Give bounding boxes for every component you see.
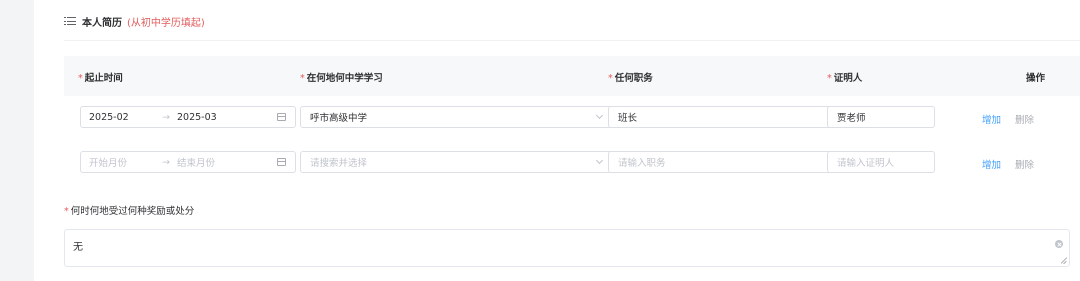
- date-range-picker[interactable]: 2025-02 → 2025-03: [80, 106, 296, 128]
- chevron-down-icon[interactable]: [595, 111, 604, 120]
- date-range-picker[interactable]: 开始月份 → 结束月份: [80, 151, 296, 173]
- header-school: * 在何地何中学学习: [300, 73, 383, 84]
- reward-textarea[interactable]: 无: [64, 229, 1070, 267]
- table-header: * 起止时间 * 在何地何中学学习 * 任何职务 * 证明人 操作: [64, 56, 1080, 96]
- resize-handle-icon[interactable]: [1060, 257, 1067, 264]
- start-month-value[interactable]: 2025-02: [89, 112, 155, 123]
- school-value: 呼市高级中学: [310, 113, 368, 124]
- table-row: 2025-02 → 2025-03 呼市高级中学 班长 贾老师 增加 删除: [64, 96, 1080, 140]
- range-arrow: →: [162, 156, 170, 168]
- header-actions: 操作: [1026, 73, 1046, 84]
- reward-label: * 何时何地受过何种奖励或处分: [64, 206, 195, 217]
- start-month-placeholder[interactable]: 开始月份: [89, 155, 155, 169]
- required-mark: *: [78, 73, 83, 84]
- section-header: 本人简历 (从初中学历填起): [64, 14, 205, 29]
- required-mark: *: [64, 206, 69, 217]
- required-mark: *: [300, 73, 305, 84]
- header-divider: [64, 40, 1080, 41]
- delete-row-button[interactable]: 删除: [1015, 157, 1034, 171]
- header-position: * 任何职务: [608, 73, 653, 84]
- end-month-value[interactable]: 2025-03: [177, 112, 247, 123]
- calendar-icon[interactable]: [277, 158, 286, 166]
- header-witness: * 证明人: [827, 73, 863, 84]
- required-mark: *: [827, 73, 832, 84]
- school-placeholder: 请搜索并选择: [310, 158, 368, 169]
- chevron-down-icon[interactable]: [595, 156, 604, 165]
- school-select[interactable]: 请搜索并选择: [300, 151, 613, 173]
- calendar-icon[interactable]: [277, 113, 286, 121]
- header-time: * 起止时间: [78, 73, 123, 84]
- delete-row-button[interactable]: 删除: [1015, 112, 1034, 126]
- section-title: 本人简历: [82, 17, 122, 29]
- position-input[interactable]: 班长: [608, 106, 834, 128]
- clear-icon[interactable]: [1055, 240, 1063, 248]
- reward-value: 无: [73, 242, 83, 253]
- position-value: 班长: [618, 113, 638, 124]
- resume-card: 本人简历 (从初中学历填起) * 起止时间 * 在何地何中学学习 * 任何职务 * 证明…: [34, 0, 1080, 281]
- position-input[interactable]: 请输入职务: [608, 151, 834, 173]
- section-hint: (从初中学历填起): [127, 17, 205, 29]
- school-select[interactable]: 呼市高级中学: [300, 106, 613, 128]
- list-icon: [64, 16, 76, 26]
- table-row: 开始月份 → 结束月份 请搜索并选择 请输入职务 请输入证明人 增加 删除: [64, 140, 1080, 184]
- add-row-button[interactable]: 增加: [982, 157, 1001, 171]
- witness-placeholder: 请输入证明人: [837, 158, 895, 169]
- position-placeholder: 请输入职务: [618, 158, 666, 169]
- resume-table: * 起止时间 * 在何地何中学学习 * 任何职务 * 证明人 操作 2025-02 → …: [64, 56, 1080, 184]
- range-arrow: →: [162, 111, 170, 123]
- witness-input[interactable]: 贾老师: [827, 106, 935, 128]
- add-row-button[interactable]: 增加: [982, 112, 1001, 126]
- witness-input[interactable]: 请输入证明人: [827, 151, 935, 173]
- witness-value: 贾老师: [837, 113, 866, 124]
- required-mark: *: [608, 73, 613, 84]
- end-month-placeholder[interactable]: 结束月份: [177, 155, 247, 169]
